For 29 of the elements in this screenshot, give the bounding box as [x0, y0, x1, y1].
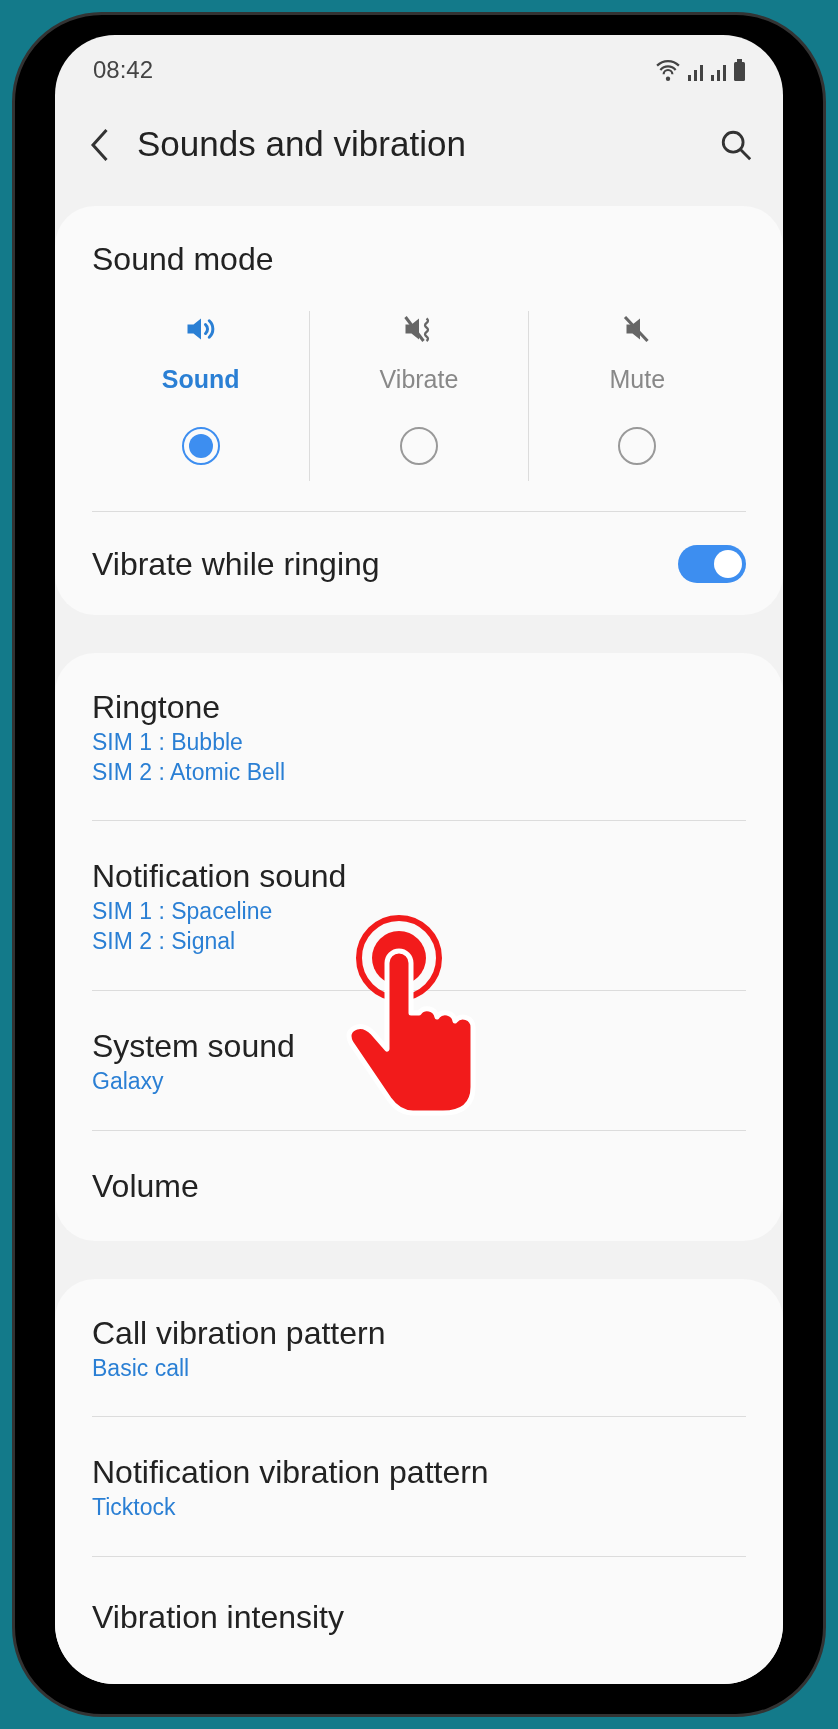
page-title: Sounds and vibration — [137, 123, 467, 166]
setting-title[interactable]: Notification sound — [92, 855, 746, 896]
toggle-switch[interactable] — [678, 544, 746, 583]
status-time: 08:42 — [93, 55, 154, 85]
setting-title[interactable]: Call vibration pattern — [92, 1312, 746, 1353]
setting-value: SIM 1 : Bubble — [92, 727, 244, 757]
radio-button[interactable] — [618, 426, 657, 465]
setting-value: Basic call — [92, 1353, 191, 1383]
setting-title[interactable]: Ringtone — [92, 686, 746, 727]
signal-icon — [711, 65, 726, 81]
section-title: Sound mode — [92, 239, 274, 279]
setting-value: SIM 1 : Spaceline — [92, 896, 274, 926]
setting-title[interactable]: Volume — [92, 1166, 746, 1206]
wifi-icon — [656, 59, 680, 81]
radio-button[interactable] — [400, 426, 438, 465]
setting-value: Galaxy — [92, 1066, 165, 1096]
setting-value: Ticktock — [92, 1492, 177, 1522]
mode-label: Vibrate — [379, 364, 459, 395]
setting-value: SIM 2 : Atomic Bell — [92, 757, 286, 787]
signal-icon — [688, 65, 703, 81]
setting-value: SIM 2 : Signal — [92, 926, 237, 956]
setting-title[interactable]: System sound — [92, 1025, 746, 1066]
mode-label: Mute — [609, 364, 666, 395]
setting-title: Vibrate while ringing — [92, 544, 380, 584]
radio-button[interactable] — [181, 426, 220, 465]
battery-icon — [734, 59, 745, 81]
mode-label: Sound — [161, 364, 240, 395]
setting-title[interactable]: Vibration intensity — [92, 1597, 746, 1637]
setting-title[interactable]: Notification vibration pattern — [92, 1451, 746, 1492]
